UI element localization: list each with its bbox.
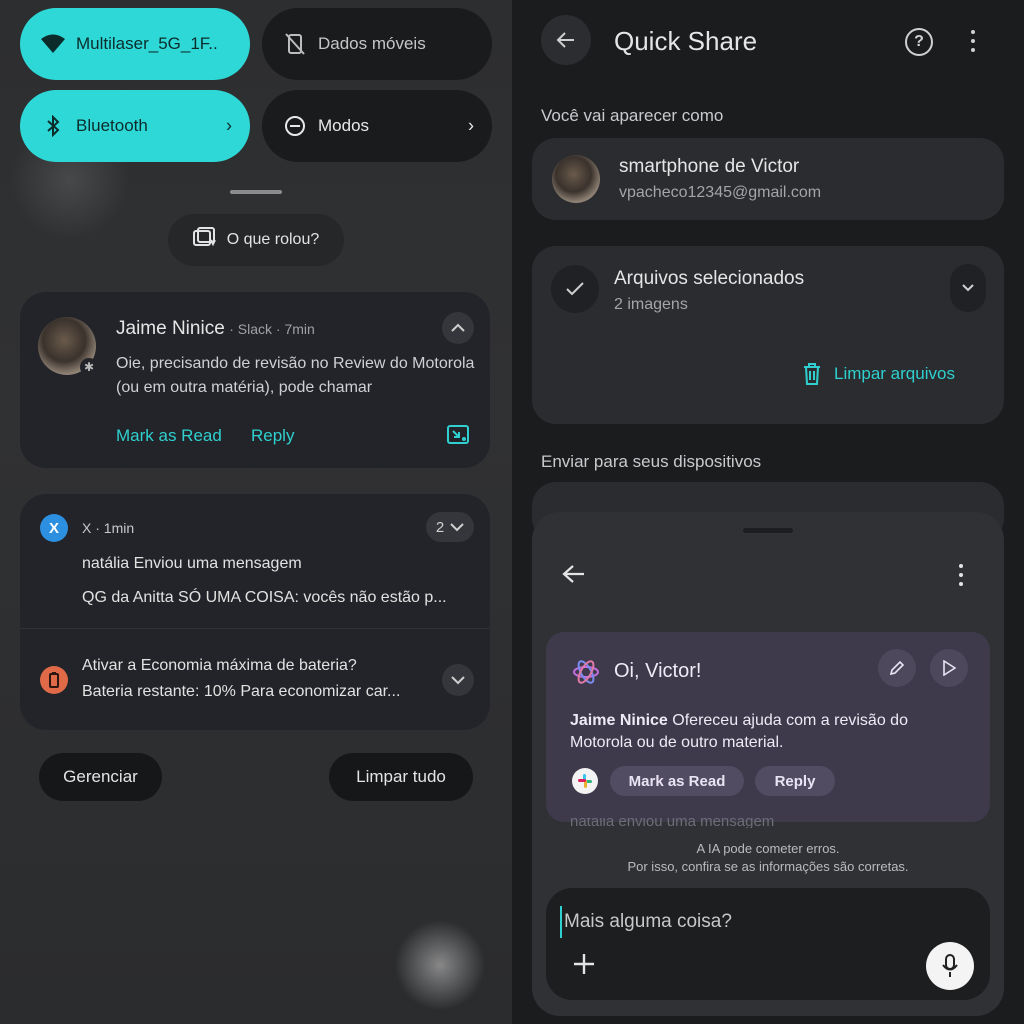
disclaimer-line-1: A IA pode cometer erros.	[696, 841, 840, 856]
notification-shade: Multilaser_5G_1F.. Dados móveis Bluetoot…	[0, 0, 512, 1024]
selected-files-card: Arquivos selecionados 2 imagens Limpar a…	[532, 246, 1004, 424]
identity-card[interactable]: smartphone de Victor vpacheco12345@gmail…	[532, 138, 1004, 220]
expand-files-button[interactable]	[950, 264, 986, 312]
x-app-icon: X	[40, 514, 68, 542]
help-icon[interactable]: ?	[905, 28, 933, 56]
chevron-down-icon	[962, 284, 974, 292]
what-happened-label: O que rolou?	[226, 231, 320, 248]
files-title: Arquivos selecionados	[614, 268, 805, 289]
quick-share-screen: Quick Share ? Você vai aparecer como sma…	[512, 0, 1024, 1024]
chevron-up-icon	[451, 323, 465, 332]
assistant-summary-card: Oi, Victor! Jaime Ninice Ofereceu ajuda …	[546, 632, 990, 822]
back-button[interactable]	[541, 15, 591, 65]
chevron-right-icon[interactable]: ›	[468, 116, 474, 137]
battery-notification-title: Ativar a Economia máxima de bateria?	[82, 657, 357, 674]
arrow-left-icon	[562, 565, 584, 583]
section-label: Enviar para seus dispositivos	[541, 452, 762, 471]
bluetooth-tile-label: Bluetooth	[76, 116, 148, 135]
back-button[interactable]	[562, 564, 586, 589]
slack-badge-icon: ✱	[80, 358, 98, 376]
assistant-greeting: Oi, Victor!	[614, 660, 702, 682]
modes-icon	[282, 113, 308, 139]
what-happened-chip[interactable]: O que rolou?	[168, 214, 344, 266]
account-email: vpacheco12345@gmail.com	[619, 184, 822, 201]
sheet-handle[interactable]	[743, 528, 793, 533]
x-notification-body: QG da Anitta SÓ UMA COISA: vocês não est…	[82, 589, 447, 606]
section-label: Você vai aparecer como	[541, 106, 724, 125]
notification-meta: · Slack · 7min	[229, 321, 315, 337]
check-icon	[551, 265, 599, 313]
clear-files-button[interactable]: Limpar arquivos	[802, 362, 955, 386]
battery-icon	[40, 666, 68, 694]
device-name: smartphone de Victor	[619, 156, 800, 177]
battery-notification-body: Bateria restante: 10% Para economizar ca…	[82, 683, 401, 700]
avatar	[552, 155, 600, 203]
trash-icon	[804, 363, 820, 385]
more-options-icon[interactable]	[968, 30, 978, 52]
edit-button[interactable]	[878, 649, 916, 687]
assistant-icon	[572, 658, 600, 691]
divider	[20, 628, 490, 629]
wifi-tile[interactable]: Multilaser_5G_1F..	[20, 8, 250, 80]
more-options-icon[interactable]	[956, 564, 966, 586]
mobile-data-off-icon	[282, 31, 308, 57]
microphone-icon	[942, 954, 958, 977]
mobile-data-tile[interactable]: Dados móveis	[262, 8, 492, 80]
arrow-left-icon	[556, 32, 574, 48]
clear-files-label: Limpar arquivos	[834, 364, 955, 383]
expand-button[interactable]: 2	[426, 512, 474, 542]
pencil-icon	[889, 660, 905, 676]
microphone-button[interactable]	[926, 942, 974, 990]
play-button[interactable]	[930, 649, 968, 687]
collapse-button[interactable]	[442, 312, 474, 344]
faded-message: natália enviou uma mensagem	[570, 818, 775, 828]
notification-group: X X · 1min 2 natália Enviou uma mensagem…	[20, 494, 490, 730]
notification-sender: Jaime Ninice	[116, 318, 225, 339]
wifi-tile-label: Multilaser_5G_1F..	[76, 34, 218, 53]
summary-icon	[192, 226, 217, 254]
summary-sender: Jaime Ninice	[570, 712, 668, 729]
modes-tile-label: Modos	[318, 116, 370, 135]
slack-logo-icon	[572, 768, 598, 794]
drag-handle[interactable]	[230, 190, 282, 194]
notification-count: 2	[435, 518, 445, 536]
page-title: Quick Share	[614, 26, 758, 56]
wifi-icon	[40, 31, 66, 57]
add-icon[interactable]	[572, 952, 596, 981]
screen-share-icon[interactable]	[446, 424, 470, 451]
disclaimer-line-2: Por isso, confira se as informações são …	[627, 859, 909, 874]
files-count: 2 imagens	[614, 296, 688, 313]
chevron-right-icon[interactable]: ›	[226, 116, 232, 137]
prompt-input[interactable]	[560, 906, 946, 938]
modes-tile[interactable]: Modos ›	[262, 90, 492, 162]
assistant-summary: Jaime Ninice Ofereceu ajuda com a revisã…	[570, 710, 970, 754]
bluetooth-icon	[40, 113, 66, 139]
mark-as-read-button[interactable]: Mark as Read	[116, 426, 222, 446]
bluetooth-tile[interactable]: Bluetooth ›	[20, 90, 250, 162]
notification-body: Oie, precisando de revisão no Review do …	[116, 355, 475, 396]
mark-as-read-chip[interactable]: Mark as Read	[610, 766, 744, 796]
reply-button[interactable]: Reply	[251, 426, 294, 446]
x-notification-meta: X · 1min	[82, 520, 135, 536]
clear-all-button[interactable]: Limpar tudo	[329, 753, 473, 801]
slack-notification[interactable]: ✱ Jaime Ninice · Slack · 7min Oie, preci…	[20, 292, 490, 468]
assistant-sheet: Oi, Victor! Jaime Ninice Ofereceu ajuda …	[532, 512, 1004, 1016]
expand-battery-button[interactable]	[442, 664, 474, 696]
mobile-data-tile-label: Dados móveis	[318, 34, 426, 53]
play-icon	[943, 660, 956, 676]
x-notification-title: natália Enviou uma mensagem	[82, 555, 302, 572]
reply-chip[interactable]: Reply	[755, 766, 835, 796]
chevron-down-icon	[451, 676, 465, 685]
manage-button[interactable]: Gerenciar	[39, 753, 162, 801]
chevron-down-icon	[450, 523, 464, 532]
prompt-box[interactable]	[546, 888, 990, 1000]
